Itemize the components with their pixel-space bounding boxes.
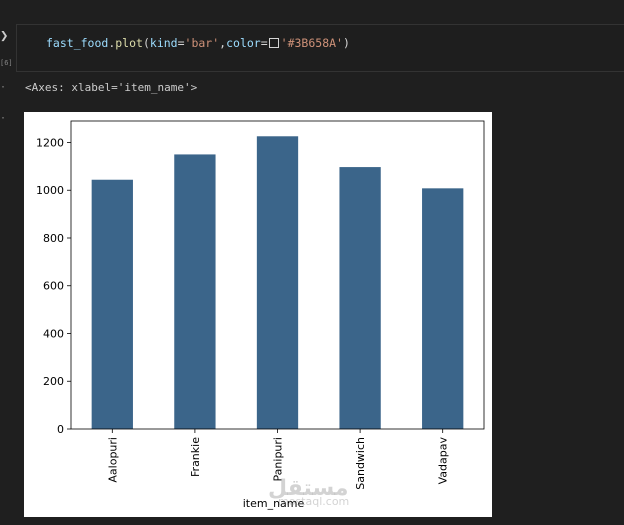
- code-kind-value: 'bar': [184, 36, 220, 50]
- bar-chart: Aalopuri Frankie Panipuri Sandwich Vadapav 0 2…: [24, 112, 492, 517]
- output-gutter-dot: ·: [0, 113, 7, 124]
- x-tick-label: Aalopuri: [106, 437, 119, 483]
- code-kwarg-color: color: [226, 36, 261, 50]
- code-kwarg-kind: kind: [149, 36, 178, 50]
- y-tick-label: 200: [43, 375, 64, 388]
- x-tick-label: Panipuri: [272, 437, 285, 481]
- code-cell[interactable]: fast_food.plot(kind='bar',color= '#3B658A…: [16, 24, 624, 72]
- code-variable: fast_food: [46, 36, 109, 50]
- chart-svg: Aalopuri Frankie Panipuri Sandwich Vadapav 0 2…: [36, 120, 485, 510]
- code-method: plot: [115, 36, 143, 50]
- bar-frankie: [174, 154, 216, 429]
- code-line[interactable]: fast_food.plot(kind='bar',color= '#3B658A…: [46, 35, 350, 51]
- y-tick-label: 1200: [36, 136, 64, 149]
- bar-sandwich: [339, 167, 381, 429]
- color-swatch-icon[interactable]: [268, 38, 279, 48]
- x-tick-label: Sandwich: [354, 437, 367, 490]
- output-repr: <Axes: xlabel='item_name'>: [25, 81, 198, 94]
- bar-panipuri: [256, 136, 299, 429]
- code-color-value: '#3B658A': [280, 36, 343, 50]
- bar-aalopuri: [91, 179, 133, 429]
- y-tick-label: 0: [57, 423, 64, 436]
- x-tick-label: Frankie: [189, 437, 202, 477]
- bar-vadapav: [422, 188, 464, 429]
- run-cell-icon[interactable]: ❯: [0, 28, 8, 44]
- y-tick-label: 800: [43, 232, 64, 245]
- watermark-sub: mostaql.com: [278, 495, 350, 508]
- watermark-logo: مستقل mostaql.com: [268, 476, 349, 508]
- x-tick-label: Vadapav: [437, 437, 450, 485]
- y-tick-label: 400: [43, 327, 64, 340]
- execution-count: [6]: [0, 59, 13, 67]
- output-gutter-dot: ·: [0, 82, 7, 93]
- y-tick-label: 1000: [36, 184, 64, 197]
- y-tick-label: 600: [43, 280, 64, 293]
